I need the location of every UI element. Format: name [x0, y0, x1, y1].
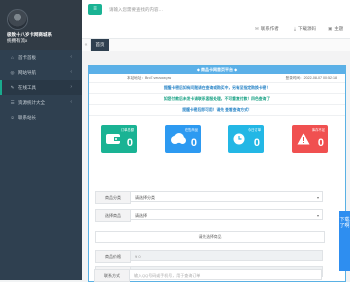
chevron-icon: › [70, 84, 72, 90]
shop-panel: ◆ 商品卡网首页平台 ◆ 本站地址：Bro7.veuvow.pw 登录时间：20… [88, 65, 346, 282]
download-float-button[interactable]: 下载了啊 [339, 211, 350, 271]
stat-label: 今日订单 [247, 128, 261, 132]
sidebar-item-label: 联系站长 [18, 115, 36, 120]
theme-icon: ▣ [328, 26, 333, 31]
goods-label: 选择商品 [95, 209, 131, 222]
stat-label: 订单总额 [120, 128, 134, 132]
chevron-icon: ‹ [70, 69, 72, 75]
contact-input[interactable]: 输入QQ号码或手机号，用于查询订单 [129, 269, 322, 280]
chevron-icon: ‹ [70, 99, 72, 105]
menu-toggle-button[interactable]: ≡ [88, 4, 102, 15]
tab-home[interactable]: 首页 [91, 39, 109, 51]
site-address-label: 本站地址： [127, 76, 145, 80]
sidebar-menu: ⌂ 首卡首板 ‹ ◎ 网站导航 ‹ ✎ 在线工具 › ☰ 资源统计大全 ‹ ☺ 联系站长 [0, 50, 82, 125]
category-select-value: 请选择分类 [135, 195, 155, 200]
theme-label: 主题 [334, 26, 344, 31]
compass-icon: ◎ [10, 70, 15, 75]
stat-label: 库存不足 [311, 128, 325, 132]
wrench-icon: ✎ [10, 85, 15, 90]
stat-card-orders[interactable]: 订单总额 0 [101, 125, 137, 153]
goods-select-value: 请选择 [135, 213, 147, 218]
stat-card-low-stock[interactable]: 库存不足 0 [292, 125, 328, 153]
site-address: 本站地址：Bro7.veuvow.pw [127, 74, 171, 82]
home-icon: ⌂ [11, 55, 14, 60]
site-address-value: Bro7.veuvow.pw [144, 76, 172, 80]
sidebar-item-label: 在线工具 [18, 85, 36, 90]
category-select[interactable]: 请选择分类 ▾ [130, 191, 323, 202]
theme-link[interactable]: ▣ 主题 [328, 26, 343, 32]
category-label: 商品分类 [95, 191, 131, 204]
chevron-icon: ‹ [70, 54, 72, 60]
download-source-label: 下载源码 [298, 26, 316, 31]
clock-icon [233, 133, 245, 147]
stat-card-today-orders[interactable]: 今日订单 0 [228, 125, 264, 153]
chevron-down-icon: ▾ [316, 213, 319, 218]
user-subtitle: 统拥有流x [7, 38, 28, 43]
sidebar-item-label: 网站导航 [18, 70, 36, 75]
search-input[interactable]: 请输入您需要查找的内容… [109, 5, 163, 15]
download-source-link[interactable]: ⤓ 下载源码 [294, 26, 316, 32]
sidebar-item-3[interactable]: ✎ 在线工具 › [0, 80, 82, 95]
notice-2: 如您付款后未发卡请联系客服处理，不可重复付款！四色查询了 [89, 94, 345, 105]
warning-icon [297, 133, 310, 147]
chat-icon: ✉ [255, 26, 259, 31]
contact-author-link[interactable]: ✉ 联系作者 [255, 26, 279, 32]
tab-scroll-left-button[interactable]: « [82, 39, 91, 51]
sidebar-item-label: 资源统计大全 [18, 100, 45, 105]
contact-author-label: 联系作者 [260, 26, 279, 31]
stat-label: 在售商品 [184, 128, 198, 132]
list-icon: ☰ [10, 100, 15, 105]
avatar[interactable] [7, 9, 28, 30]
sidebar-item-5[interactable]: ☺ 联系站长 [0, 110, 82, 125]
select-goods-prompt: 请先选择商品 [95, 231, 325, 243]
sidebar-item-4[interactable]: ☰ 资源统计大全 ‹ [0, 95, 82, 110]
login-time-value: 2022-08-07 00:52:18 [303, 76, 337, 80]
sidebar: 极致十八岁卡网商城系 统拥有流x ⌂ 首卡首板 ‹ ◎ 网站导航 ‹ ✎ 在线工具 › ☰ 资源统计… [0, 0, 82, 280]
top-bar: ≡ 请输入您需要查找的内容… [82, 0, 350, 21]
cloud-icon [170, 133, 186, 146]
panel-title: ◆ 商品卡网首页平台 ◆ [89, 66, 345, 74]
stat-card-goods[interactable]: 在售商品 0 [165, 125, 201, 153]
main-content: ◆ 商品卡网首页平台 ◆ 本站地址：Bro7.veuvow.pw 登录时间：20… [82, 51, 350, 282]
chevron-down-icon: ▾ [316, 195, 319, 200]
stat-value: 0 [126, 137, 133, 149]
login-time-label: 登录时间： [285, 76, 304, 80]
goods-select[interactable]: 请选择 ▾ [130, 209, 323, 220]
user-icon: ☺ [10, 115, 15, 120]
notice-1: 提醒卡密后如有问题请在查询或购买中，另有至指定购换卡密！ [89, 83, 345, 94]
stats-cards: 订单总额 0 在售商品 0 今日订单 0 库存不足 0 [89, 116, 345, 166]
site-info-row: 本站地址：Bro7.veuvow.pw 登录时间：2022-08-07 00:5… [89, 74, 345, 83]
notice-3: 提醒卡密后即可用！请先 查看查询方式！ [89, 105, 345, 116]
header-actions: ✉ 联系作者 ⤓ 下载源码 ▣ 主题 [82, 20, 350, 39]
price-label: 商品价格 [95, 250, 131, 263]
login-time: 登录时间：2022-08-07 00:52:18 [286, 74, 337, 82]
stat-value: 0 [253, 137, 260, 149]
sidebar-item-2[interactable]: ◎ 网站导航 ‹ [0, 65, 82, 80]
stat-value: 0 [190, 137, 197, 149]
sidebar-item-1[interactable]: ⌂ 首卡首板 ‹ [0, 50, 82, 65]
price-field: ¥ 0 [130, 250, 323, 261]
stat-value: 0 [317, 137, 324, 149]
user-profile: 极致十八岁卡网商城系 统拥有流x [0, 0, 82, 50]
sidebar-item-label: 首卡首板 [18, 55, 36, 60]
contact-label: 联系方式 [94, 269, 130, 282]
wallet-icon [106, 133, 120, 146]
download-icon: ⤓ [294, 26, 296, 31]
